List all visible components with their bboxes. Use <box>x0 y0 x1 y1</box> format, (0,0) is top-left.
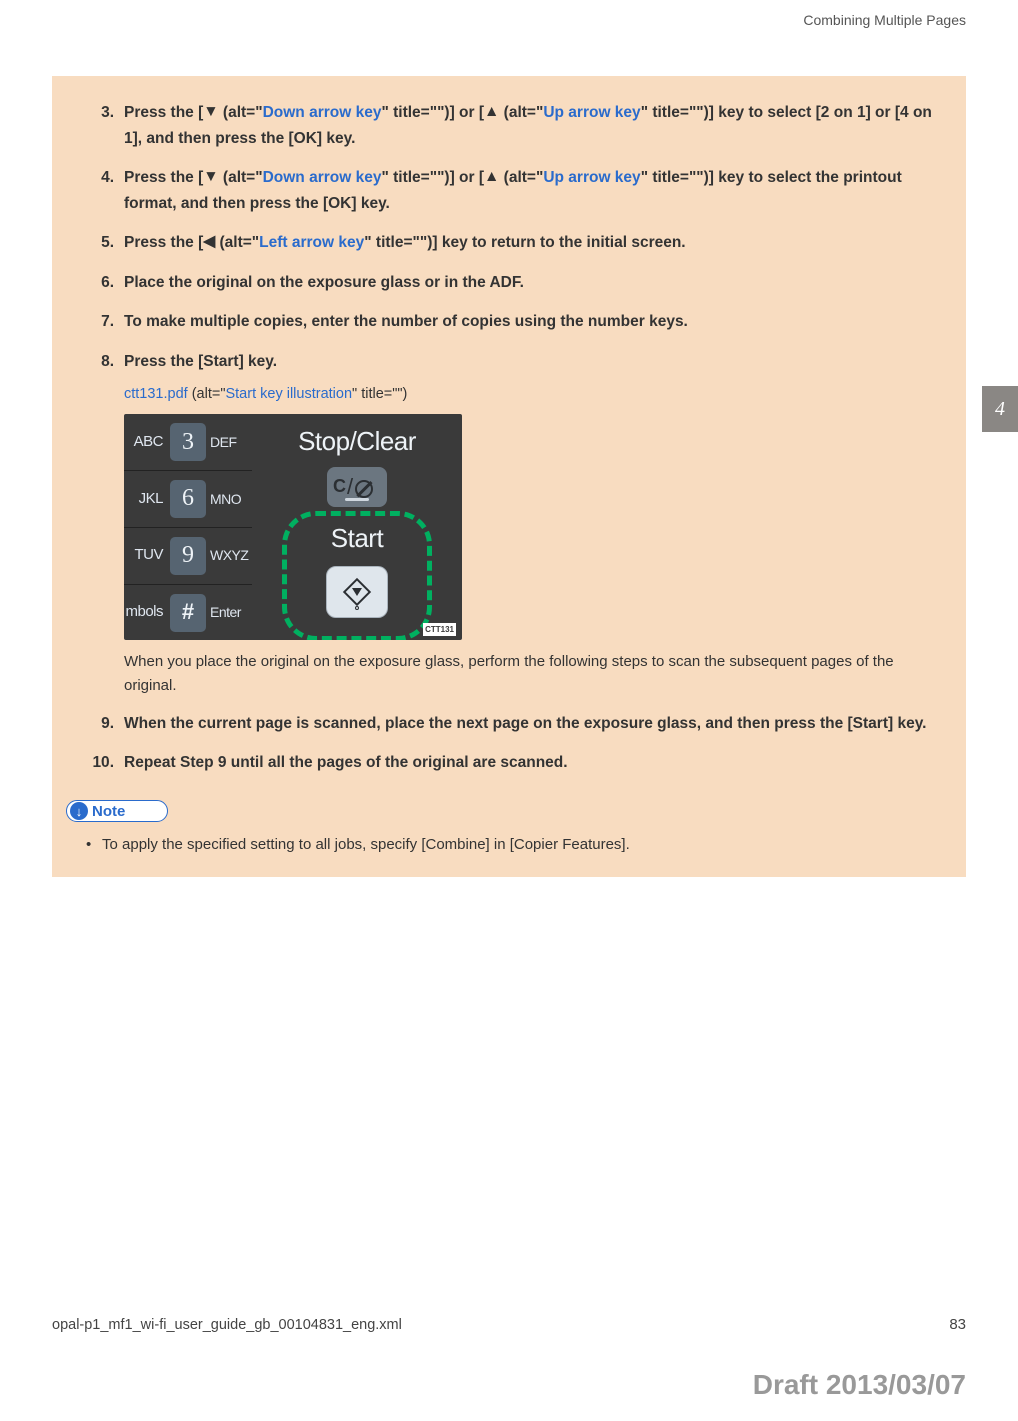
key-label: WXYZ <box>210 544 248 567</box>
text: " title="")] or [ <box>381 104 484 121</box>
text: Press the [ <box>124 234 203 251</box>
text: (alt=" <box>499 104 543 121</box>
start-diamond-icon <box>343 578 371 606</box>
up-arrow-alt: Up arrow key <box>543 169 640 186</box>
cancel-circle-icon <box>355 480 373 498</box>
text: " title="")] or [ <box>381 169 484 186</box>
text: To make multiple copies, enter the numbe… <box>124 313 688 330</box>
pdf-link[interactable]: ctt131.pdf <box>124 386 188 402</box>
draft-stamp: Draft 2013/03/07 <box>753 1369 966 1401</box>
up-triangle-icon: ▲ <box>484 99 499 125</box>
left-triangle-icon: ◀ <box>203 229 215 255</box>
left-arrow-alt: Left arrow key <box>259 234 364 251</box>
source-file: opal-p1_mf1_wi-fi_user_guide_gb_00104831… <box>52 1317 402 1333</box>
key-label: mbols <box>124 600 166 625</box>
text: Press the [ <box>124 104 203 121</box>
text: Repeat Step 9 until all the pages of the… <box>124 754 568 771</box>
text: (alt=" <box>215 234 259 251</box>
key-label: DEF <box>210 431 237 454</box>
figure-id: CTT131 <box>423 623 456 636</box>
note-item: To apply the specified setting to all jo… <box>86 834 942 857</box>
start-label: Start <box>331 517 383 560</box>
step-8: Press the [Start] key. ctt131.pdf (alt="… <box>76 349 942 697</box>
text: (alt=" <box>219 169 263 186</box>
down-arrow-alt: Down arrow key <box>263 169 382 186</box>
keypad-row: mbols # Enter <box>124 585 252 641</box>
slash-icon: / <box>347 469 353 505</box>
stop-clear-button: C/ <box>327 467 387 507</box>
text: (alt=" <box>188 386 226 402</box>
text: Press the [ <box>124 169 203 186</box>
page-number: 83 <box>949 1316 966 1333</box>
text: Press the [Start] key. <box>124 353 277 370</box>
key-label: MNO <box>210 488 241 511</box>
step-10: Repeat Step 9 until all the pages of the… <box>76 750 942 776</box>
step-4: Press the [▼ (alt="Down arrow key" title… <box>76 165 942 216</box>
stop-clear-label: Stop/Clear <box>298 420 416 463</box>
text: (alt=" <box>499 169 543 186</box>
right-panel: Stop/Clear C/ Start <box>252 414 462 640</box>
note-list: To apply the specified setting to all jo… <box>86 834 942 857</box>
key-6: 6 <box>170 480 206 518</box>
down-triangle-icon: ▼ <box>203 164 218 190</box>
key-3: 3 <box>170 423 206 461</box>
text: " title="") <box>352 386 407 402</box>
key-label: TUV <box>124 543 166 568</box>
start-button <box>326 566 388 618</box>
note-heading: ↓ Note <box>66 800 168 822</box>
step-7: To make multiple copies, enter the numbe… <box>76 309 942 335</box>
start-illus-alt: Start key illustration <box>225 386 352 402</box>
step-5: Press the [◀ (alt="Left arrow key" title… <box>76 230 942 256</box>
down-arrow-alt: Down arrow key <box>263 104 382 121</box>
note-label: Note <box>92 803 125 820</box>
text: (alt=" <box>219 104 263 121</box>
start-key-illustration: ABC 3 DEF JKL 6 MNO TUV 9 WXYZ <box>124 414 462 640</box>
key-label: Enter <box>210 601 241 624</box>
note-arrow-icon: ↓ <box>70 802 88 820</box>
step-3: Press the [▼ (alt="Down arrow key" title… <box>76 100 942 151</box>
keypad-row: ABC 3 DEF <box>124 414 252 471</box>
step-9: When the current page is scanned, place … <box>76 711 942 737</box>
step-list: Press the [▼ (alt="Down arrow key" title… <box>76 100 942 776</box>
keypad-row: TUV 9 WXYZ <box>124 528 252 585</box>
key-9: 9 <box>170 537 206 575</box>
c-label: C <box>333 472 346 502</box>
key-hash: # <box>170 594 206 632</box>
key-label: JKL <box>124 487 166 512</box>
keypad-row: JKL 6 MNO <box>124 471 252 528</box>
text: " title="")] key to return to the initia… <box>364 234 685 251</box>
running-header: Combining Multiple Pages <box>0 0 1018 28</box>
step-6: Place the original on the exposure glass… <box>76 270 942 296</box>
content-block: 4 Press the [▼ (alt="Down arrow key" tit… <box>52 76 966 877</box>
text: Place the original on the exposure glass… <box>124 274 524 291</box>
footer: opal-p1_mf1_wi-fi_user_guide_gb_00104831… <box>0 1316 1018 1333</box>
chapter-tab: 4 <box>982 386 1018 432</box>
key-label: ABC <box>124 430 166 455</box>
keypad-column: ABC 3 DEF JKL 6 MNO TUV 9 WXYZ <box>124 414 252 640</box>
start-key-group: Start <box>282 517 432 635</box>
up-triangle-icon: ▲ <box>484 164 499 190</box>
text: When the current page is scanned, place … <box>124 715 926 732</box>
step-8-note: When you place the original on the expos… <box>124 650 942 697</box>
up-arrow-alt: Up arrow key <box>543 104 640 121</box>
down-triangle-icon: ▼ <box>203 99 218 125</box>
